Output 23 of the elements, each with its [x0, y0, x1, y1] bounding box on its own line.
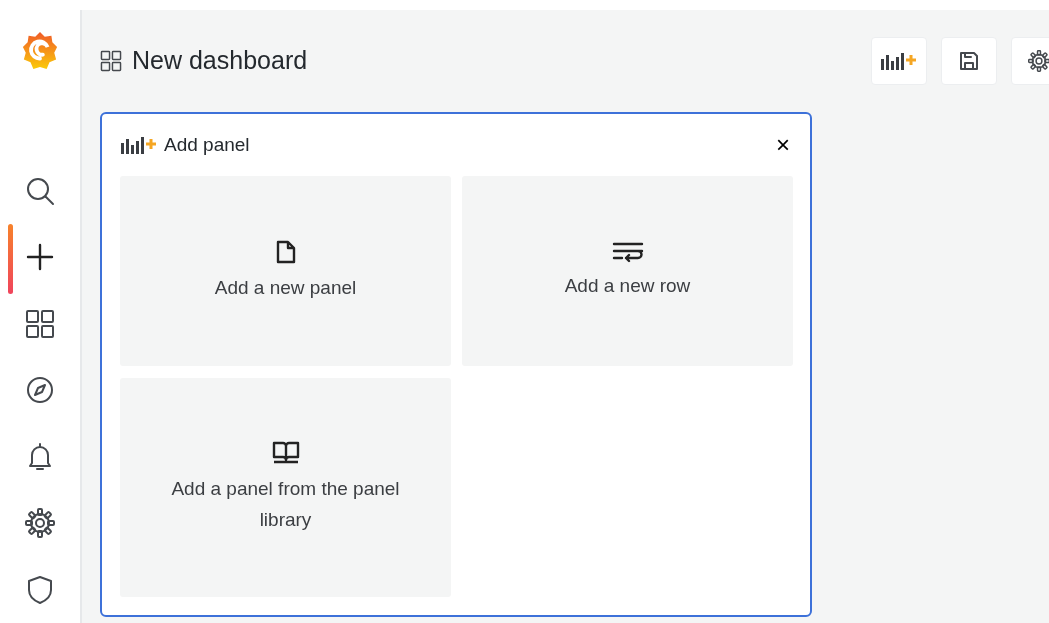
grid-icon	[25, 308, 55, 339]
compass-icon	[25, 375, 55, 406]
plus-icon	[26, 243, 54, 272]
wrap-lines-icon	[611, 240, 644, 263]
bell-icon	[27, 441, 53, 472]
add-panel-icon	[120, 135, 158, 155]
search-icon	[24, 175, 56, 207]
shield-icon	[27, 574, 53, 605]
close-button[interactable]: ×	[774, 133, 792, 157]
logo-icon[interactable]	[20, 30, 60, 72]
add-option-tile[interactable]: Add a panel from the panel library	[120, 378, 451, 597]
add-panel-icon	[880, 51, 918, 71]
gear-icon	[1028, 50, 1049, 72]
add-option-tile[interactable]: Add a new panel	[120, 176, 451, 366]
add-panel-button[interactable]	[871, 37, 927, 85]
dashboard-title: New dashboard	[132, 45, 308, 77]
gear-icon	[25, 508, 55, 539]
document-icon	[274, 238, 297, 265]
save-button[interactable]	[941, 37, 997, 85]
add-option-tile[interactable]: Add a new row	[462, 176, 793, 366]
save-icon	[958, 50, 980, 72]
grid-icon	[100, 50, 122, 72]
dialog-title: Add panel	[164, 132, 250, 157]
